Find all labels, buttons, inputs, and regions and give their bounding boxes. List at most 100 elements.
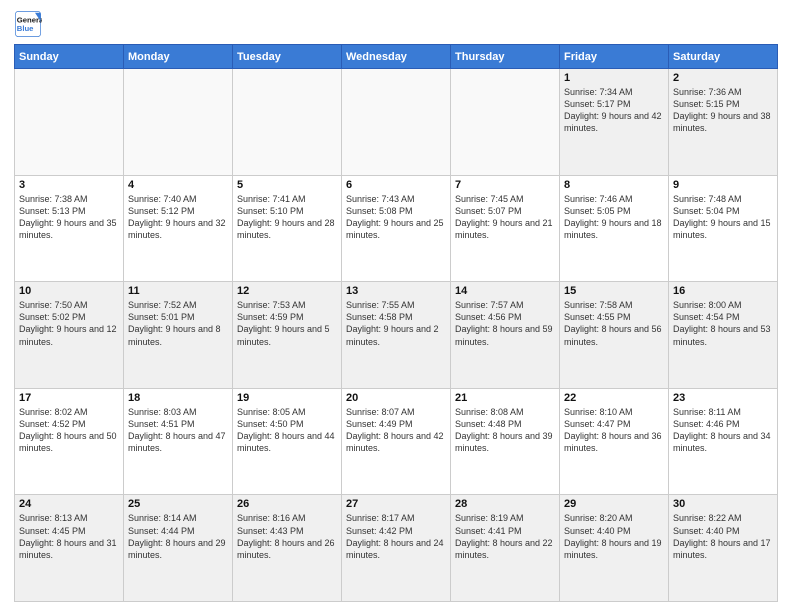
cell-text: Sunrise: 7:57 AM Sunset: 4:56 PM Dayligh…: [455, 299, 555, 348]
cell-text: Sunrise: 7:45 AM Sunset: 5:07 PM Dayligh…: [455, 193, 555, 242]
day-number: 21: [455, 392, 555, 404]
calendar-cell: 29 Sunrise: 8:20 AM Sunset: 4:40 PM Dayli…: [560, 495, 669, 602]
week-row-1: 3 Sunrise: 7:38 AM Sunset: 5:13 PM Daylig…: [15, 175, 778, 282]
calendar-cell: [451, 69, 560, 176]
day-number: 2: [673, 72, 773, 84]
day-number: 4: [128, 179, 228, 191]
svg-text:Blue: Blue: [17, 24, 34, 33]
header-row: SundayMondayTuesdayWednesdayThursdayFrid…: [15, 45, 778, 69]
day-number: 17: [19, 392, 119, 404]
calendar-cell: 26 Sunrise: 8:16 AM Sunset: 4:43 PM Dayli…: [233, 495, 342, 602]
cell-text: Sunrise: 8:10 AM Sunset: 4:47 PM Dayligh…: [564, 406, 664, 455]
cell-text: Sunrise: 7:34 AM Sunset: 5:17 PM Dayligh…: [564, 86, 664, 135]
day-number: 9: [673, 179, 773, 191]
col-header-sunday: Sunday: [15, 45, 124, 69]
day-number: 12: [237, 285, 337, 297]
day-number: 29: [564, 498, 664, 510]
cell-text: Sunrise: 7:36 AM Sunset: 5:15 PM Dayligh…: [673, 86, 773, 135]
calendar-cell: 19 Sunrise: 8:05 AM Sunset: 4:50 PM Dayli…: [233, 388, 342, 495]
page: General Blue SundayMondayTuesdayWednesda…: [0, 0, 792, 612]
day-number: 27: [346, 498, 446, 510]
logo: General Blue: [14, 10, 42, 38]
cell-text: Sunrise: 8:17 AM Sunset: 4:42 PM Dayligh…: [346, 512, 446, 561]
day-number: 8: [564, 179, 664, 191]
logo-icon: General Blue: [14, 10, 42, 38]
calendar-cell: [233, 69, 342, 176]
cell-text: Sunrise: 8:08 AM Sunset: 4:48 PM Dayligh…: [455, 406, 555, 455]
calendar-cell: 9 Sunrise: 7:48 AM Sunset: 5:04 PM Daylig…: [669, 175, 778, 282]
col-header-tuesday: Tuesday: [233, 45, 342, 69]
day-number: 7: [455, 179, 555, 191]
calendar-cell: 18 Sunrise: 8:03 AM Sunset: 4:51 PM Dayli…: [124, 388, 233, 495]
cell-text: Sunrise: 8:03 AM Sunset: 4:51 PM Dayligh…: [128, 406, 228, 455]
cell-text: Sunrise: 7:48 AM Sunset: 5:04 PM Dayligh…: [673, 193, 773, 242]
day-number: 18: [128, 392, 228, 404]
calendar-cell: 1 Sunrise: 7:34 AM Sunset: 5:17 PM Daylig…: [560, 69, 669, 176]
calendar-cell: 25 Sunrise: 8:14 AM Sunset: 4:44 PM Dayli…: [124, 495, 233, 602]
day-number: 19: [237, 392, 337, 404]
cell-text: Sunrise: 8:20 AM Sunset: 4:40 PM Dayligh…: [564, 512, 664, 561]
cell-text: Sunrise: 8:05 AM Sunset: 4:50 PM Dayligh…: [237, 406, 337, 455]
day-number: 1: [564, 72, 664, 84]
cell-text: Sunrise: 7:52 AM Sunset: 5:01 PM Dayligh…: [128, 299, 228, 348]
calendar-cell: 17 Sunrise: 8:02 AM Sunset: 4:52 PM Dayli…: [15, 388, 124, 495]
cell-text: Sunrise: 7:38 AM Sunset: 5:13 PM Dayligh…: [19, 193, 119, 242]
day-number: 28: [455, 498, 555, 510]
calendar-cell: 6Sunrise: 7:43 AM Sunset: 5:08 PM Daylig…: [342, 175, 451, 282]
col-header-saturday: Saturday: [669, 45, 778, 69]
cell-text: Sunrise: 7:55 AM Sunset: 4:58 PM Dayligh…: [346, 299, 446, 348]
cell-text: Sunrise: 8:16 AM Sunset: 4:43 PM Dayligh…: [237, 512, 337, 561]
day-number: 5: [237, 179, 337, 191]
day-number: 24: [19, 498, 119, 510]
day-number: 13: [346, 285, 446, 297]
calendar-cell: 23 Sunrise: 8:11 AM Sunset: 4:46 PM Dayli…: [669, 388, 778, 495]
day-number: 3: [19, 179, 119, 191]
cell-text: Sunrise: 8:22 AM Sunset: 4:40 PM Dayligh…: [673, 512, 773, 561]
calendar-cell: 22 Sunrise: 8:10 AM Sunset: 4:47 PM Dayli…: [560, 388, 669, 495]
calendar-table: SundayMondayTuesdayWednesdayThursdayFrid…: [14, 44, 778, 602]
week-row-4: 24 Sunrise: 8:13 AM Sunset: 4:45 PM Dayli…: [15, 495, 778, 602]
col-header-monday: Monday: [124, 45, 233, 69]
day-number: 22: [564, 392, 664, 404]
cell-text: Sunrise: 8:13 AM Sunset: 4:45 PM Dayligh…: [19, 512, 119, 561]
calendar-cell: 12 Sunrise: 7:53 AM Sunset: 4:59 PM Dayli…: [233, 282, 342, 389]
day-number: 10: [19, 285, 119, 297]
cell-text: Sunrise: 8:00 AM Sunset: 4:54 PM Dayligh…: [673, 299, 773, 348]
cell-text: Sunrise: 7:40 AM Sunset: 5:12 PM Dayligh…: [128, 193, 228, 242]
day-number: 23: [673, 392, 773, 404]
calendar-cell: 28 Sunrise: 8:19 AM Sunset: 4:41 PM Dayli…: [451, 495, 560, 602]
cell-text: Sunrise: 7:46 AM Sunset: 5:05 PM Dayligh…: [564, 193, 664, 242]
calendar-cell: [124, 69, 233, 176]
day-number: 30: [673, 498, 773, 510]
calendar-cell: 30 Sunrise: 8:22 AM Sunset: 4:40 PM Dayli…: [669, 495, 778, 602]
calendar-cell: 7 Sunrise: 7:45 AM Sunset: 5:07 PM Daylig…: [451, 175, 560, 282]
cell-text: Sunrise: 8:02 AM Sunset: 4:52 PM Dayligh…: [19, 406, 119, 455]
col-header-friday: Friday: [560, 45, 669, 69]
day-number: 14: [455, 285, 555, 297]
day-number: 26: [237, 498, 337, 510]
calendar-cell: 11 Sunrise: 7:52 AM Sunset: 5:01 PM Dayli…: [124, 282, 233, 389]
calendar-cell: [15, 69, 124, 176]
calendar-cell: 13 Sunrise: 7:55 AM Sunset: 4:58 PM Dayli…: [342, 282, 451, 389]
cell-text: Sunrise: 8:19 AM Sunset: 4:41 PM Dayligh…: [455, 512, 555, 561]
cell-text: Sunrise: 7:53 AM Sunset: 4:59 PM Dayligh…: [237, 299, 337, 348]
cell-text: Sunrise: 8:11 AM Sunset: 4:46 PM Dayligh…: [673, 406, 773, 455]
day-number: 11: [128, 285, 228, 297]
cell-text: Sunrise: 8:07 AM Sunset: 4:49 PM Dayligh…: [346, 406, 446, 455]
calendar-cell: 15 Sunrise: 7:58 AM Sunset: 4:55 PM Dayli…: [560, 282, 669, 389]
day-number: 16: [673, 285, 773, 297]
calendar-cell: [342, 69, 451, 176]
day-number: 15: [564, 285, 664, 297]
day-number: 20: [346, 392, 446, 404]
calendar-cell: 3 Sunrise: 7:38 AM Sunset: 5:13 PM Daylig…: [15, 175, 124, 282]
cell-text: Sunrise: 8:14 AM Sunset: 4:44 PM Dayligh…: [128, 512, 228, 561]
calendar-cell: 14 Sunrise: 7:57 AM Sunset: 4:56 PM Dayli…: [451, 282, 560, 389]
calendar-cell: 21 Sunrise: 8:08 AM Sunset: 4:48 PM Dayli…: [451, 388, 560, 495]
calendar-cell: 4 Sunrise: 7:40 AM Sunset: 5:12 PM Daylig…: [124, 175, 233, 282]
cell-text: Sunrise: 7:41 AM Sunset: 5:10 PM Dayligh…: [237, 193, 337, 242]
day-number: 25: [128, 498, 228, 510]
calendar-cell: 16 Sunrise: 8:00 AM Sunset: 4:54 PM Dayli…: [669, 282, 778, 389]
header: General Blue: [14, 10, 778, 38]
cell-text: Sunrise: 7:58 AM Sunset: 4:55 PM Dayligh…: [564, 299, 664, 348]
cell-text: Sunrise: 7:50 AM Sunset: 5:02 PM Dayligh…: [19, 299, 119, 348]
